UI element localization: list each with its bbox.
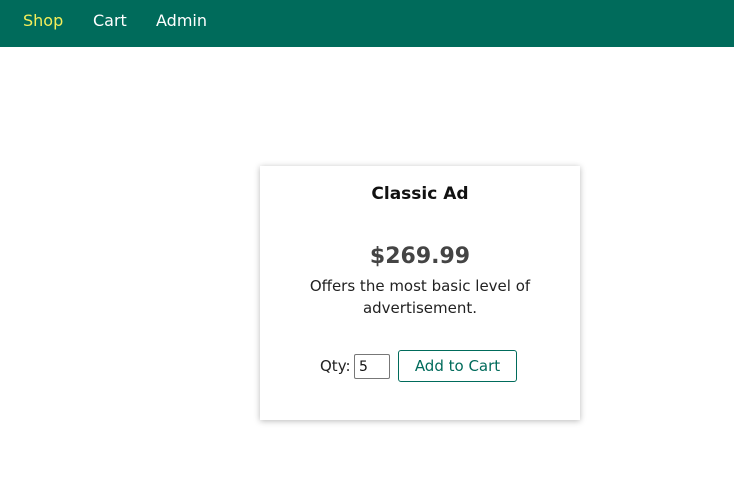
nav-admin-link[interactable]: Admin	[156, 11, 207, 31]
add-to-cart-button[interactable]: Add to Cart	[398, 350, 517, 382]
quantity-input[interactable]	[354, 354, 390, 379]
nav-cart-link[interactable]: Cart	[93, 11, 127, 31]
top-navbar: Shop Cart Admin	[0, 0, 734, 47]
product-card: Classic Ad $269.99 Offers the most basic…	[260, 166, 580, 420]
product-price: $269.99	[369, 244, 471, 269]
quantity-label: Qty:	[320, 357, 351, 375]
product-title: Classic Ad	[371, 184, 469, 204]
nav-shop-link[interactable]: Shop	[23, 11, 63, 31]
add-to-cart-row: Qty: Add to Cart	[260, 350, 580, 382]
product-description: Offers the most basic level of advertise…	[309, 277, 531, 317]
